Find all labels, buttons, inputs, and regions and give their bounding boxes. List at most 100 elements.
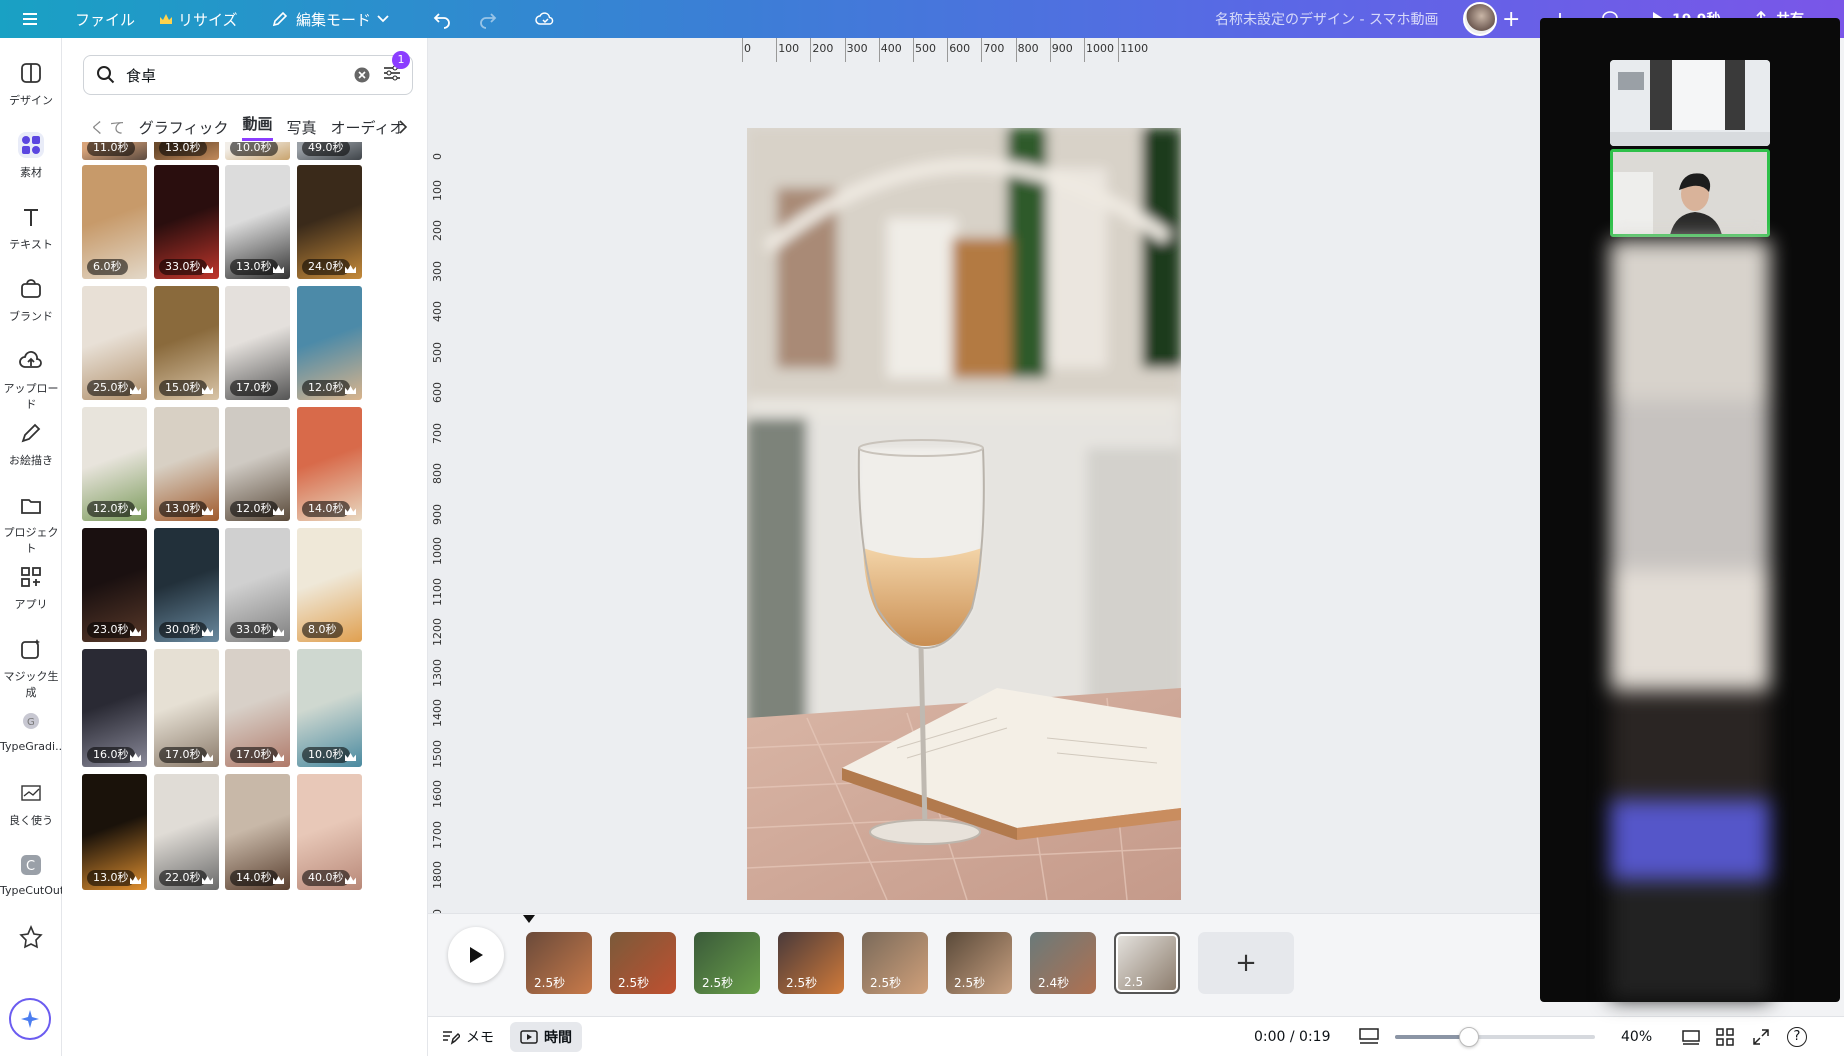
- rail-item-upload[interactable]: アップロード: [0, 348, 62, 412]
- playhead-marker-icon[interactable]: [522, 914, 536, 924]
- rail-item-layout[interactable]: デザイン: [0, 60, 62, 108]
- video-result-thumb[interactable]: 13.0秒: [225, 165, 290, 279]
- duration-badge: 40.0秒: [302, 870, 350, 886]
- video-result-thumb[interactable]: 16.0秒: [82, 649, 147, 767]
- time-mode-button[interactable]: 時間: [510, 1021, 582, 1052]
- video-result-thumb[interactable]: 17.0秒: [154, 649, 219, 767]
- rail-item-typegradient[interactable]: G TypeGradi...: [0, 708, 66, 753]
- timeline-clip[interactable]: 2.5秒: [526, 932, 592, 994]
- video-result-thumb[interactable]: 25.0秒: [82, 286, 147, 400]
- clip-duration: 2.5秒: [870, 976, 902, 990]
- plus-icon: +: [1502, 6, 1521, 32]
- rail-item-favorite[interactable]: 良く使う: [0, 780, 62, 828]
- tabs-scroll-right-icon[interactable]: [398, 120, 408, 134]
- svg-text:C: C: [26, 859, 35, 874]
- ruler-tick-label: 1000: [431, 537, 444, 565]
- tab-0[interactable]: く て: [90, 117, 125, 138]
- ruler-tick-label: 400: [431, 301, 444, 322]
- filter-button[interactable]: 1: [382, 51, 410, 87]
- video-result-thumb[interactable]: 6.0秒: [82, 165, 147, 279]
- video-result-thumb[interactable]: 15.0秒: [154, 286, 219, 400]
- video-result-thumb[interactable]: 12.0秒: [225, 407, 290, 521]
- sparkle-icon: [21, 1010, 39, 1028]
- timeline-clip[interactable]: 2.5秒: [694, 932, 760, 994]
- video-result-thumb[interactable]: 11.0秒: [82, 142, 147, 160]
- resize-button[interactable]: リサイズ: [160, 0, 238, 38]
- clear-search-icon[interactable]: [354, 67, 370, 83]
- video-result-thumb[interactable]: 8.0秒: [297, 528, 362, 642]
- duration-badge: 12.0秒: [302, 380, 350, 396]
- search-box[interactable]: 食卓 1: [83, 51, 413, 95]
- cloud-save-status[interactable]: [535, 0, 555, 38]
- magic-assistant-button[interactable]: [9, 998, 51, 1040]
- zoom-level[interactable]: 40%: [1621, 1029, 1652, 1045]
- help-button[interactable]: ?: [1787, 1026, 1807, 1047]
- duration-badge: 10.0秒: [230, 142, 278, 156]
- video-result-thumb[interactable]: 33.0秒: [225, 528, 290, 642]
- video-result-thumb[interactable]: 24.0秒: [297, 165, 362, 279]
- redo-button[interactable]: [478, 0, 498, 38]
- video-result-thumb[interactable]: 17.0秒: [225, 286, 290, 400]
- video-result-thumb[interactable]: 49.0秒: [297, 142, 362, 160]
- participant-tile-active-speaker[interactable]: [1610, 149, 1770, 237]
- tab-4[interactable]: オーディオ: [331, 117, 405, 138]
- fullscreen-icon[interactable]: [1752, 1028, 1770, 1046]
- rail-item-apps[interactable]: アプリ: [0, 564, 62, 612]
- video-result-thumb[interactable]: 14.0秒: [225, 774, 290, 890]
- timeline-play-button[interactable]: [448, 927, 504, 983]
- add-clip-button[interactable]: +: [1198, 932, 1294, 994]
- tab-1[interactable]: グラフィック: [139, 117, 229, 138]
- undo-button[interactable]: [432, 0, 452, 38]
- tab-3[interactable]: 写真: [287, 117, 317, 138]
- folder-icon: [18, 492, 44, 518]
- edit-mode-dropdown[interactable]: 編集モード: [270, 0, 389, 38]
- avatar[interactable]: [1463, 0, 1497, 38]
- ruler-tick-label: 1200: [431, 618, 444, 646]
- timeline-clip[interactable]: 2.4秒: [1030, 932, 1096, 994]
- video-result-thumb[interactable]: 40.0秒: [297, 774, 362, 890]
- rail-item-starred[interactable]: [0, 924, 62, 956]
- rail-item-draw[interactable]: お絵描き: [0, 420, 62, 468]
- canvas-page-photo[interactable]: [747, 128, 1181, 900]
- video-result-thumb[interactable]: 17.0秒: [225, 649, 290, 767]
- timeline-clip[interactable]: 2.5秒: [778, 932, 844, 994]
- rail-item-folder[interactable]: プロジェクト: [0, 492, 62, 556]
- menu-button[interactable]: [20, 0, 40, 38]
- rail-item-typecutout[interactable]: C TypeCutOut: [0, 852, 64, 897]
- rail-item-magic[interactable]: マジック生成: [0, 636, 62, 700]
- page-view-icon[interactable]: [1681, 1028, 1701, 1046]
- video-result-thumb[interactable]: 12.0秒: [297, 286, 362, 400]
- grid-view-icon[interactable]: [1716, 1027, 1734, 1046]
- video-result-thumb[interactable]: 14.0秒: [297, 407, 362, 521]
- video-result-thumb[interactable]: 22.0秒: [154, 774, 219, 890]
- video-result-thumb[interactable]: 12.0秒: [82, 407, 147, 521]
- help-icon: ?: [1793, 1028, 1801, 1044]
- video-result-thumb[interactable]: 13.0秒: [82, 774, 147, 890]
- video-result-thumb[interactable]: 10.0秒: [297, 649, 362, 767]
- page-layout-icon[interactable]: [1359, 1027, 1379, 1046]
- video-result-thumb[interactable]: 23.0秒: [82, 528, 147, 642]
- rail-item-text[interactable]: テキスト: [0, 204, 62, 252]
- participant-tile-room[interactable]: [1610, 60, 1770, 146]
- zoom-slider[interactable]: [1395, 1026, 1595, 1047]
- zoom-slider-handle[interactable]: [1459, 1026, 1479, 1047]
- notes-button[interactable]: メモ: [442, 1027, 494, 1047]
- video-result-thumb[interactable]: 13.0秒: [154, 407, 219, 521]
- tab-2[interactable]: 動画: [242, 113, 273, 141]
- timeline-clip[interactable]: 2.5秒: [862, 932, 928, 994]
- document-title[interactable]: 名称未設定のデザイン - スマホ動画: [1215, 0, 1439, 38]
- timeline-clip[interactable]: 2.5秒: [946, 932, 1012, 994]
- timeline-clip[interactable]: 2.5: [1114, 932, 1180, 994]
- rail-item-elements[interactable]: 素材: [0, 132, 62, 180]
- video-result-thumb[interactable]: 33.0秒: [154, 165, 219, 279]
- file-menu[interactable]: ファイル: [75, 0, 135, 38]
- video-results-grid: 11.0秒 13.0秒 10.0秒 49.0秒 6.0秒 33.0秒 13.0秒 24.0秒 2…: [82, 142, 416, 1056]
- video-result-thumb[interactable]: 13.0秒: [154, 142, 219, 160]
- rail-item-brand[interactable]: ブランド: [0, 276, 62, 324]
- ruler-tick-label: 500: [431, 341, 444, 363]
- timeline-clip[interactable]: 2.5秒: [610, 932, 676, 994]
- invite-button[interactable]: +: [1502, 0, 1520, 38]
- search-input[interactable]: 食卓: [126, 65, 354, 86]
- video-result-thumb[interactable]: 30.0秒: [154, 528, 219, 642]
- video-result-thumb[interactable]: 10.0秒: [225, 142, 290, 160]
